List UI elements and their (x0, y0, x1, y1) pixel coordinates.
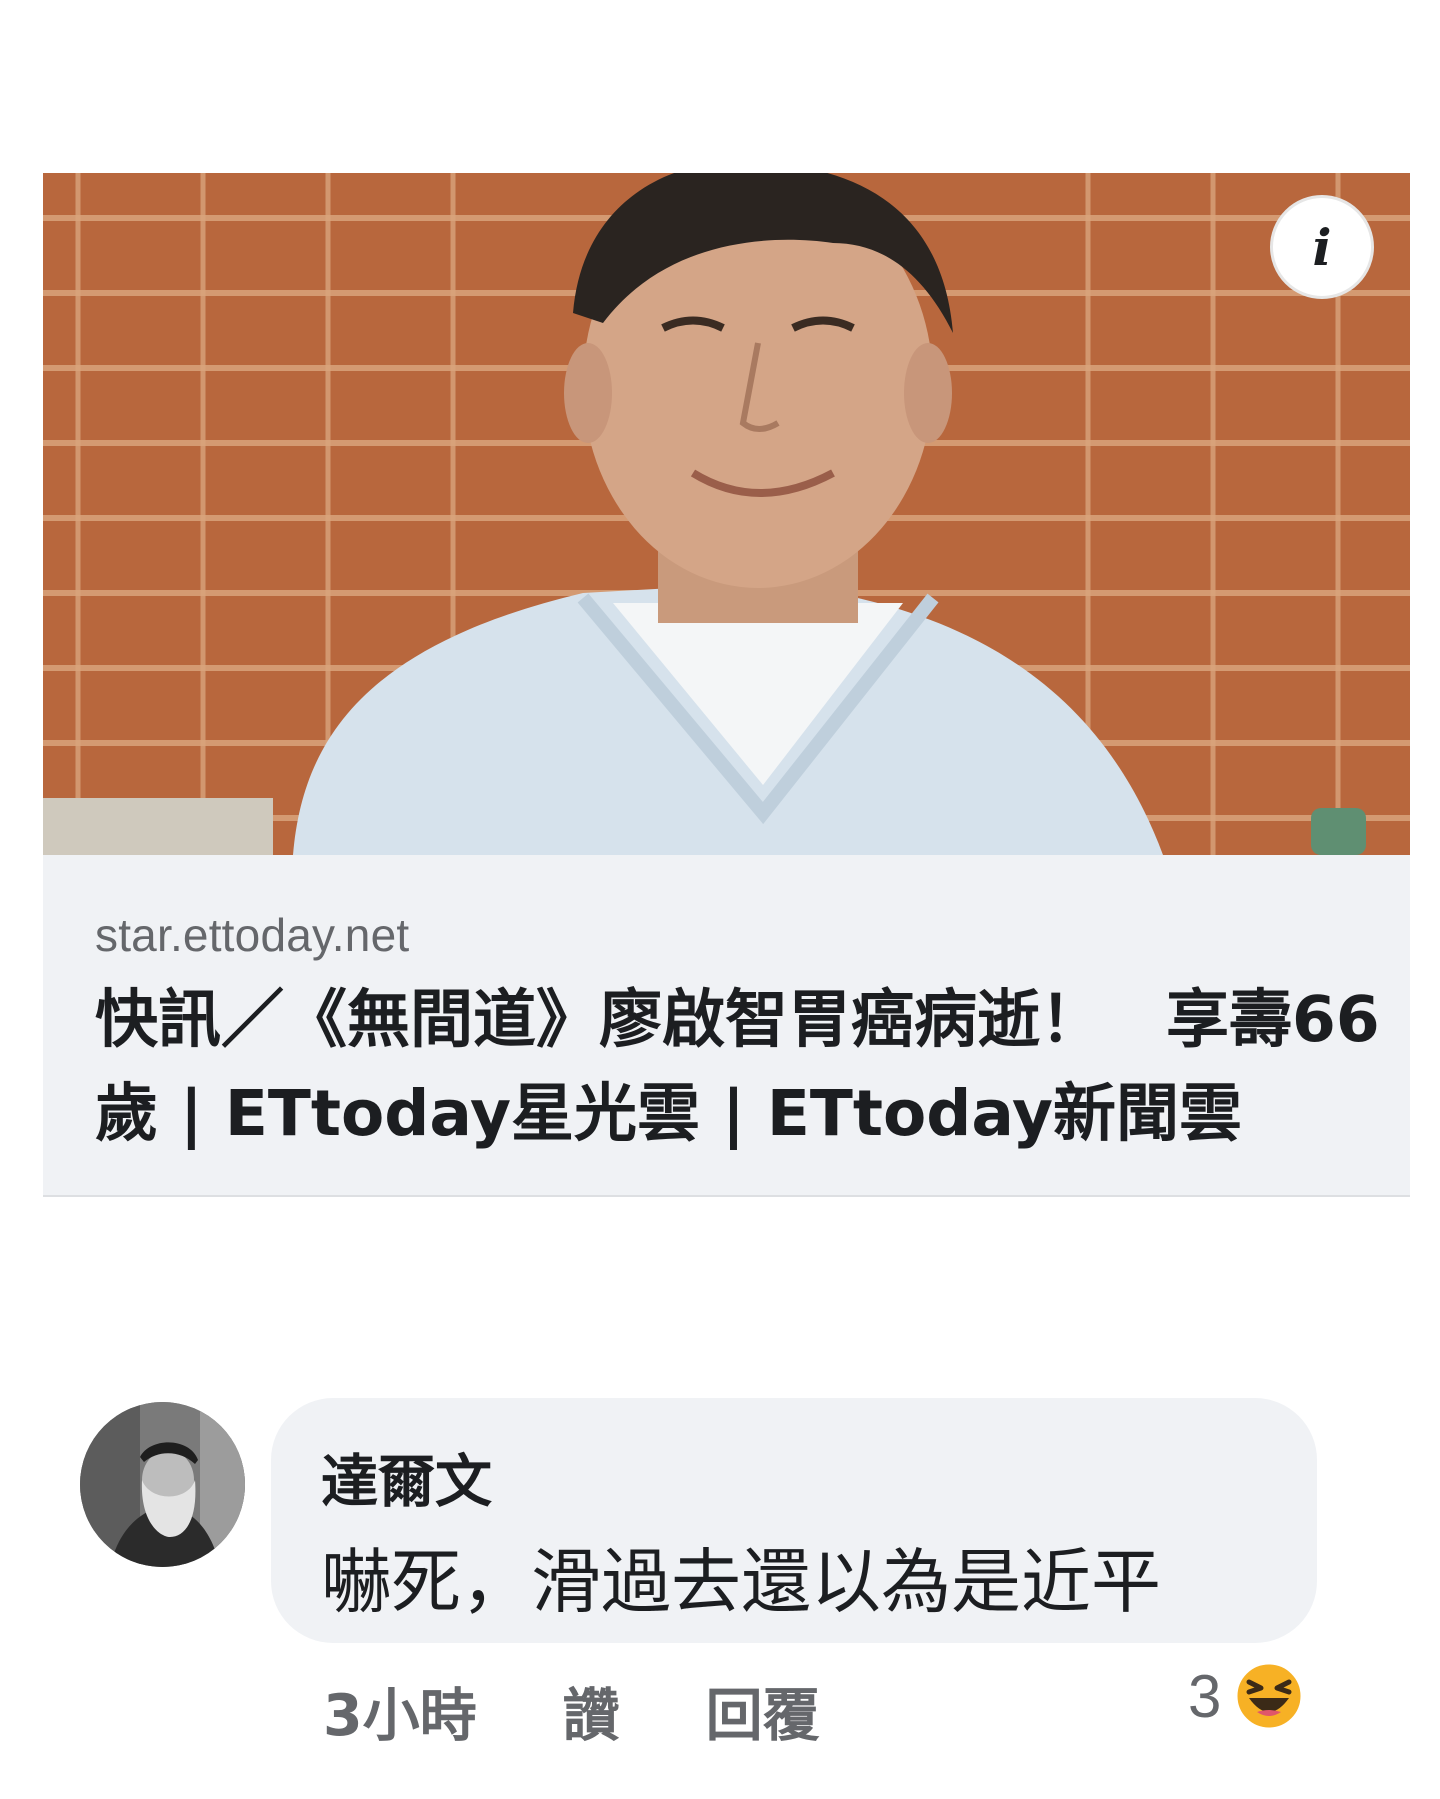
bearded-man-avatar-icon (80, 1402, 245, 1567)
preview-image[interactable]: i (43, 173, 1410, 855)
link-domain: star.ettoday.net (95, 909, 410, 961)
reaction-summary[interactable]: 3 (1188, 1660, 1305, 1732)
link-preview-card[interactable]: i star.ettoday.net 快訊／《無間道》廖啟智胃癌病逝！ 享壽66… (43, 173, 1410, 1197)
avatar[interactable] (80, 1402, 245, 1567)
info-icon: i (1312, 217, 1332, 277)
like-button[interactable]: 讚 (563, 1670, 620, 1752)
comment-bubble: 達爾文 嚇死，滑過去還以為是近平 (271, 1398, 1317, 1643)
comment-author[interactable]: 達爾文 (321, 1436, 492, 1518)
comment-text: 嚇死，滑過去還以為是近平 (321, 1541, 1161, 1623)
preview-photo (43, 173, 1410, 855)
link-title[interactable]: 快訊／《無間道》廖啟智胃癌病逝！ 享壽66歲 | ETtoday星光雲 | ET… (95, 973, 1395, 1161)
comment-actions: 3小時 讚 回覆 (323, 1670, 906, 1752)
comment-timestamp[interactable]: 3小時 (323, 1670, 477, 1752)
haha-emoji-icon (1233, 1660, 1305, 1732)
info-button[interactable]: i (1270, 195, 1374, 299)
reaction-count: 3 (1188, 1662, 1222, 1730)
reply-button[interactable]: 回覆 (706, 1670, 820, 1752)
